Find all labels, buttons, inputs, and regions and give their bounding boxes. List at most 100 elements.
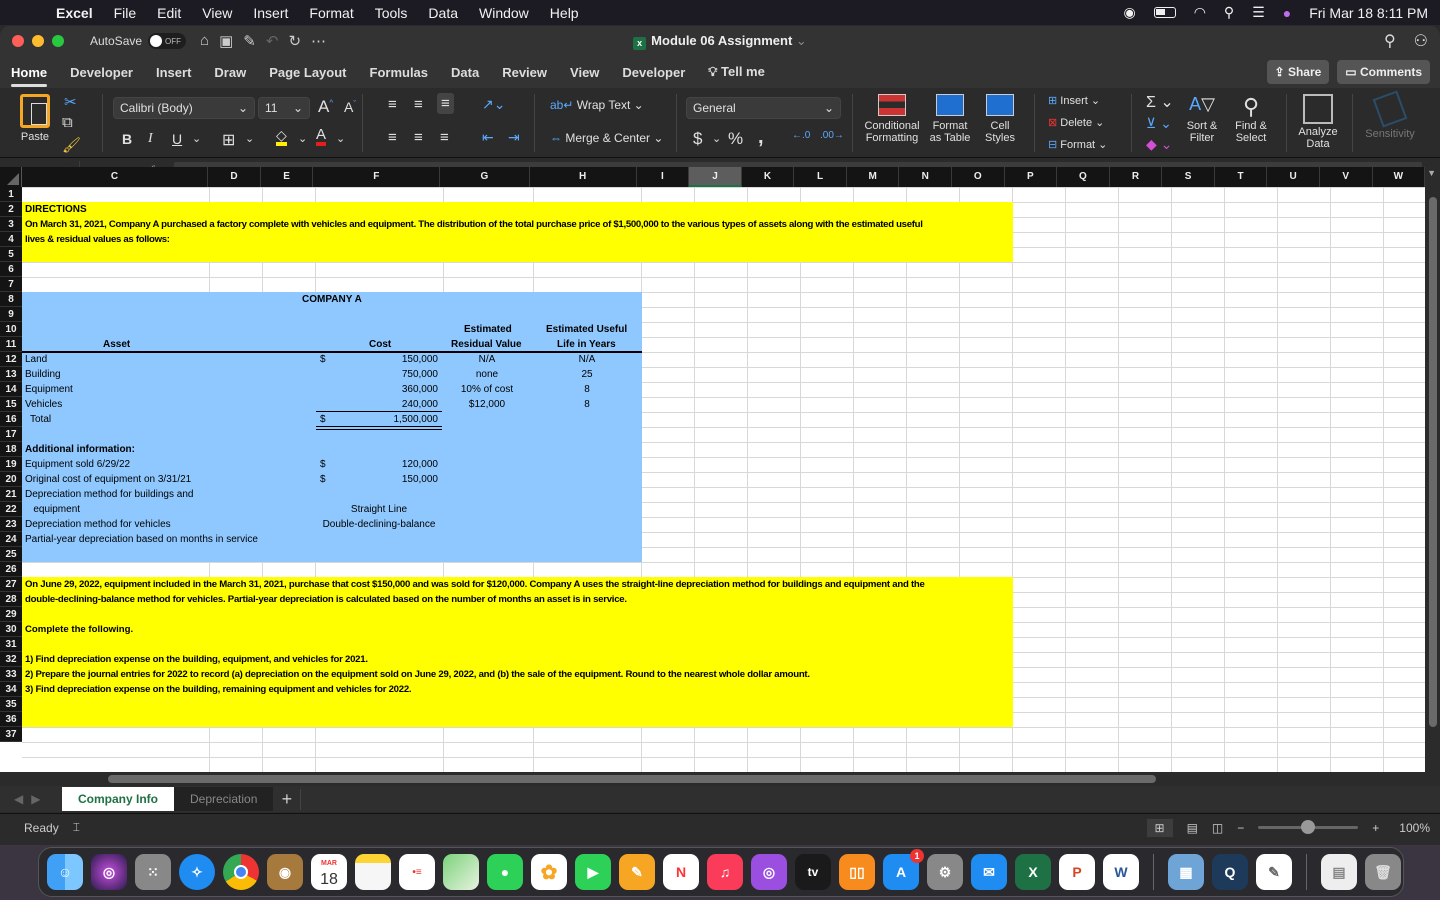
tab-developer-2[interactable]: Developer (622, 65, 685, 80)
row-header-31[interactable]: 31 (0, 637, 22, 652)
column-header-v[interactable]: V (1320, 167, 1373, 187)
zoom-slider[interactable] (1258, 820, 1359, 834)
column-header-q[interactable]: Q (1057, 167, 1110, 187)
vertical-scroll-thumb[interactable] (1429, 197, 1437, 727)
align-center-icon[interactable]: ≡ (414, 129, 423, 146)
row-header-35[interactable]: 35 (0, 697, 22, 712)
spotlight-icon[interactable]: ⚲ (1224, 4, 1234, 21)
find-select-button[interactable]: ⚲ Find & Select (1228, 94, 1274, 144)
textedit-icon[interactable]: ✎ (1256, 854, 1292, 890)
column-header-k[interactable]: K (742, 167, 795, 187)
format-cells-button[interactable]: ⊟ Format ⌄ (1048, 138, 1107, 151)
format-painter-icon[interactable]: 🖌︎ (62, 136, 81, 154)
align-right-icon[interactable]: ≡ (440, 129, 449, 146)
increase-indent-icon[interactable]: ⇥ (508, 129, 520, 146)
column-header-f[interactable]: F (313, 167, 441, 187)
column-header-m[interactable]: M (847, 167, 900, 187)
menu-data[interactable]: Data (428, 5, 458, 21)
contacts-icon[interactable]: ◉ (267, 854, 303, 890)
row-header-19[interactable]: 19 (0, 457, 22, 472)
save-as-icon[interactable]: ✎ (243, 32, 256, 50)
tell-me[interactable]: 💡︎ Tell me (708, 64, 765, 80)
screen-record-icon[interactable]: ◉ (1123, 4, 1135, 21)
row-header-32[interactable]: 32 (0, 652, 22, 667)
column-header-n[interactable]: N (899, 167, 953, 187)
news-icon[interactable]: N (663, 854, 699, 890)
row-header-1[interactable]: 1 (0, 187, 22, 202)
row-header-36[interactable]: 36 (0, 712, 22, 727)
row-header-30[interactable]: 30 (0, 622, 22, 637)
zoom-level[interactable]: 100% (1399, 821, 1430, 835)
column-header-u[interactable]: U (1267, 167, 1320, 187)
normal-view-icon[interactable]: ⊞ (1146, 818, 1173, 837)
paste-button[interactable]: Paste (14, 94, 56, 143)
notes-icon[interactable] (355, 854, 391, 890)
row-header-20[interactable]: 20 (0, 472, 22, 487)
page-layout-view-icon[interactable]: ▤ (1187, 821, 1198, 835)
row-header-33[interactable]: 33 (0, 667, 22, 682)
row-header-10[interactable]: 10 (0, 322, 22, 337)
documents-stack-icon[interactable]: ▤ (1321, 854, 1357, 890)
font-size-select[interactable]: 11 ⌄ (258, 97, 310, 119)
row-header-14[interactable]: 14 (0, 382, 22, 397)
column-header-s[interactable]: S (1162, 167, 1215, 187)
increase-decimal-icon[interactable]: ←.0 (792, 130, 810, 141)
row-header-34[interactable]: 34 (0, 682, 22, 697)
decrease-indent-icon[interactable]: ⇤ (482, 129, 494, 146)
siri-app-icon[interactable]: ◎ (91, 854, 127, 890)
comments-button[interactable]: ▭ Comments (1337, 60, 1430, 84)
home-icon[interactable]: ⌂ (200, 32, 209, 50)
fill-color-icon[interactable]: ◇ (276, 128, 287, 146)
music-icon[interactable]: ♫ (707, 854, 743, 890)
expand-formula-bar-icon[interactable]: ▼ (1427, 168, 1436, 178)
row-header-23[interactable]: 23 (0, 517, 22, 532)
menu-tools[interactable]: Tools (375, 5, 408, 21)
merge-center-button[interactable]: ⇔ Merge & Center ⌄ (550, 131, 663, 145)
tab-insert[interactable]: Insert (156, 65, 191, 80)
column-header-i[interactable]: I (637, 167, 690, 187)
column-header-g[interactable]: G (440, 167, 530, 187)
books-icon[interactable]: ▯▯ (839, 854, 875, 890)
row-header-12[interactable]: 12 (0, 352, 22, 367)
currency-dropdown-icon[interactable]: ⌄ (712, 132, 721, 145)
column-header-o[interactable]: O (952, 167, 1005, 187)
share-button[interactable]: ⇪ Share (1266, 60, 1330, 84)
preview-icon[interactable]: ▦ (1168, 854, 1204, 890)
tab-draw[interactable]: Draw (214, 65, 246, 80)
tab-view[interactable]: View (570, 65, 599, 80)
safari-icon[interactable]: ✧ (179, 854, 215, 890)
system-preferences-icon[interactable]: ⚙ (927, 854, 963, 890)
increase-font-icon[interactable]: A^ (318, 97, 333, 117)
autosum-icon[interactable]: Σ ⌄ (1146, 92, 1174, 112)
row-header-16[interactable]: 16 (0, 412, 22, 427)
facetime-icon[interactable]: ▶ (575, 854, 611, 890)
photos-icon[interactable]: ✿ (531, 854, 567, 890)
align-middle-icon[interactable]: ≡ (414, 96, 423, 113)
delete-cells-button[interactable]: ⊠ Delete ⌄ (1048, 116, 1104, 129)
menu-view[interactable]: View (202, 5, 232, 21)
menu-window[interactable]: Window (479, 5, 529, 21)
tv-icon[interactable]: tv (795, 854, 831, 890)
zoom-out-button[interactable]: − (1237, 821, 1244, 835)
column-header-j[interactable]: J (689, 167, 742, 187)
row-header-37[interactable]: 37 (0, 727, 22, 742)
borders-icon[interactable]: ⊞ (222, 130, 235, 150)
row-header-2[interactable]: 2 (0, 202, 22, 217)
column-header-t[interactable]: T (1215, 167, 1268, 187)
trash-icon[interactable]: 🗑︎ (1365, 854, 1401, 890)
menu-format[interactable]: Format (309, 5, 353, 21)
column-header-e[interactable]: E (261, 167, 314, 187)
horizontal-scrollbar[interactable] (0, 772, 1425, 786)
clear-icon[interactable]: ◆ ⌄ (1146, 136, 1172, 153)
wrap-text-button[interactable]: ab↵ Wrap Text ⌄ (550, 98, 644, 112)
finder-icon[interactable]: ☺ (47, 854, 83, 890)
select-all-button[interactable] (0, 167, 22, 187)
zoom-in-button[interactable]: + (1372, 821, 1379, 835)
podcasts-icon[interactable]: ◎ (751, 854, 787, 890)
bold-button[interactable]: B (122, 131, 132, 147)
control-center-icon[interactable]: ☰ (1252, 4, 1265, 21)
row-header-28[interactable]: 28 (0, 592, 22, 607)
reminders-icon[interactable]: •≡ (399, 854, 435, 890)
powerpoint-icon[interactable]: P (1059, 854, 1095, 890)
maps-icon[interactable] (443, 854, 479, 890)
